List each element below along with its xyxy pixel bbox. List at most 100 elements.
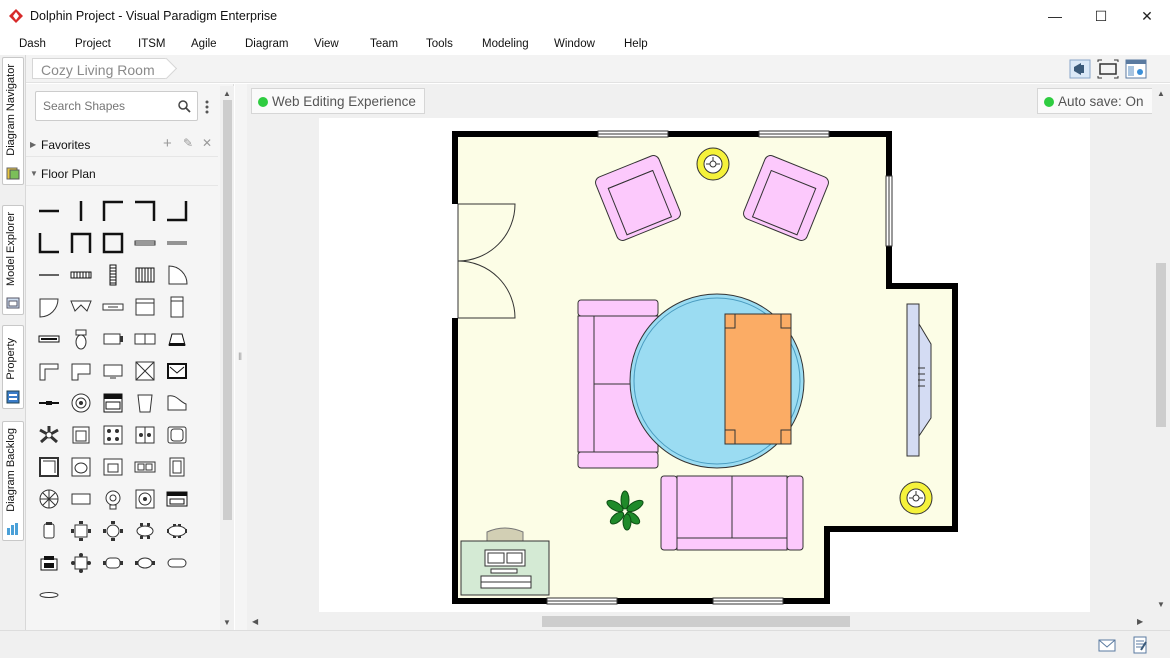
auto-save-pill[interactable]: Auto save: On [1037, 88, 1153, 114]
menu-diagram[interactable]: Diagram [245, 38, 288, 50]
edit-icon[interactable]: ✎ [183, 136, 193, 150]
shape-rect-table[interactable] [66, 485, 96, 513]
menu-window[interactable]: Window [554, 38, 595, 50]
shape-kitchen-sink[interactable] [98, 453, 128, 481]
shape-corner-counter[interactable] [34, 357, 64, 385]
remove-icon[interactable]: ✕ [202, 136, 212, 150]
shape-oven[interactable] [98, 389, 128, 417]
shape-bathtub[interactable] [162, 421, 192, 449]
shape-trash-bin[interactable] [130, 389, 160, 417]
canvas-page[interactable] [319, 118, 1090, 612]
shape-wall-corner-tl[interactable] [98, 197, 128, 225]
shape-stairs-block[interactable] [130, 261, 160, 289]
shape-stairs-horizontal[interactable] [66, 261, 96, 289]
notes-icon[interactable] [1132, 636, 1148, 654]
scroll-down-icon[interactable]: ▼ [223, 618, 231, 627]
scroll-down-icon[interactable]: ▼ [1157, 600, 1165, 609]
web-editing-pill[interactable]: Web Editing Experience [251, 88, 425, 114]
shape-round-table-4[interactable] [98, 517, 128, 545]
shape-wall-corner-br[interactable] [162, 197, 192, 225]
close-button[interactable]: ✕ [1124, 0, 1170, 32]
tab-diagram-backlog[interactable]: Diagram Backlog [2, 421, 24, 541]
shape-wall-corner-bl[interactable] [34, 229, 64, 257]
menu-view[interactable]: View [314, 38, 339, 50]
shape-tv-stand[interactable] [98, 357, 128, 385]
shape-cabinet[interactable] [130, 293, 160, 321]
floor-lamp-top[interactable] [696, 147, 730, 181]
shape-wardrobe[interactable] [162, 293, 192, 321]
window-bottom-left[interactable] [546, 597, 618, 605]
shape-door-quarter[interactable] [34, 293, 64, 321]
shape-oval-table-2[interactable] [130, 549, 160, 577]
shape-cooktop[interactable] [130, 421, 160, 449]
shape-piano[interactable] [162, 325, 192, 353]
scroll-up-icon[interactable]: ▲ [223, 89, 231, 98]
shape-oval-table-6[interactable] [162, 517, 192, 545]
fit-to-window-icon[interactable] [1097, 59, 1119, 79]
window-top-left[interactable] [597, 130, 669, 138]
shape-desk-chair[interactable] [34, 549, 64, 577]
shapes-panel-scrollbar[interactable]: ▲ ▼ [220, 86, 234, 630]
tab-diagram-navigator[interactable]: Diagram Navigator [2, 57, 24, 185]
search-shapes-input[interactable] [43, 99, 173, 113]
shape-washing-machine[interactable] [98, 485, 128, 513]
shape-wall-u[interactable] [66, 229, 96, 257]
canvas-horizontal-scrollbar[interactable]: ◀ ▶ [247, 613, 1152, 630]
breadcrumb-diagram[interactable]: Cozy Living Room [32, 58, 166, 79]
maximize-button[interactable]: ☐ [1078, 0, 1124, 32]
shape-grand-piano[interactable] [162, 389, 192, 417]
window-bottom-right[interactable] [712, 597, 784, 605]
scroll-left-icon[interactable]: ◀ [252, 617, 258, 626]
shape-fan[interactable] [66, 389, 96, 417]
shape-door-opening[interactable] [162, 229, 192, 257]
tab-model-explorer[interactable]: Model Explorer [2, 205, 24, 315]
favorites-section[interactable]: ▶ Favorites + ✎ ✕ [26, 131, 218, 157]
shape-round-table-2[interactable] [98, 549, 128, 577]
scroll-right-icon[interactable]: ▶ [1137, 617, 1143, 626]
shape-square-table-4[interactable] [66, 549, 96, 577]
shape-wall-corner-tr[interactable] [130, 197, 160, 225]
shape-round-table-chairs[interactable] [34, 485, 64, 513]
shape-shower[interactable] [34, 453, 64, 481]
shape-stove[interactable] [98, 421, 128, 449]
shape-envelope-cabinet[interactable] [162, 357, 192, 385]
menu-dash[interactable]: Dash [19, 38, 46, 50]
shape-thin-wall[interactable] [34, 261, 64, 289]
shape-double-cabinet[interactable] [130, 325, 160, 353]
shape-sink-counter[interactable] [98, 325, 128, 353]
shape-double-sink[interactable] [130, 453, 160, 481]
shape-rail[interactable] [34, 389, 64, 417]
floor-lamp-right[interactable] [899, 481, 933, 515]
shape-l-counter[interactable] [66, 357, 96, 385]
scrollbar-thumb[interactable] [223, 100, 232, 520]
menu-itsm[interactable]: ITSM [138, 38, 165, 50]
menu-agile[interactable]: Agile [191, 38, 217, 50]
coffee-table[interactable] [724, 313, 792, 445]
shape-table-4-chairs[interactable] [66, 517, 96, 545]
shape-refrigerator[interactable] [162, 453, 192, 481]
scroll-up-icon[interactable]: ▲ [1157, 89, 1165, 98]
menu-tools[interactable]: Tools [426, 38, 453, 50]
add-icon[interactable]: + [163, 135, 172, 152]
shape-wall-room[interactable] [98, 229, 128, 257]
search-shapes-box[interactable] [35, 91, 198, 121]
shape-sliding-door[interactable] [98, 293, 128, 321]
shape-box-x[interactable] [130, 357, 160, 385]
floor-plan-section[interactable]: ▼ Floor Plan [26, 160, 218, 186]
shape-oval-table-4[interactable] [130, 517, 160, 545]
horizontal-scrollbar-thumb[interactable] [542, 616, 850, 627]
shape-wall-horizontal[interactable] [34, 197, 64, 225]
shape-plant[interactable] [34, 421, 64, 449]
shape-wall-vertical[interactable] [66, 197, 96, 225]
menu-modeling[interactable]: Modeling [482, 38, 529, 50]
shape-basin[interactable] [66, 453, 96, 481]
shape-armchair[interactable] [66, 421, 96, 449]
shape-double-door[interactable] [66, 293, 96, 321]
canvas-vertical-scrollbar[interactable]: ▲ ▼ [1152, 86, 1169, 616]
panel-splitter[interactable]: ‖ [235, 84, 247, 630]
window-right[interactable] [885, 175, 893, 247]
more-options-icon[interactable] [205, 100, 209, 114]
diagram-layout-icon[interactable] [1125, 59, 1147, 79]
search-icon[interactable] [178, 100, 191, 113]
shape-capsule-table[interactable] [162, 549, 192, 577]
